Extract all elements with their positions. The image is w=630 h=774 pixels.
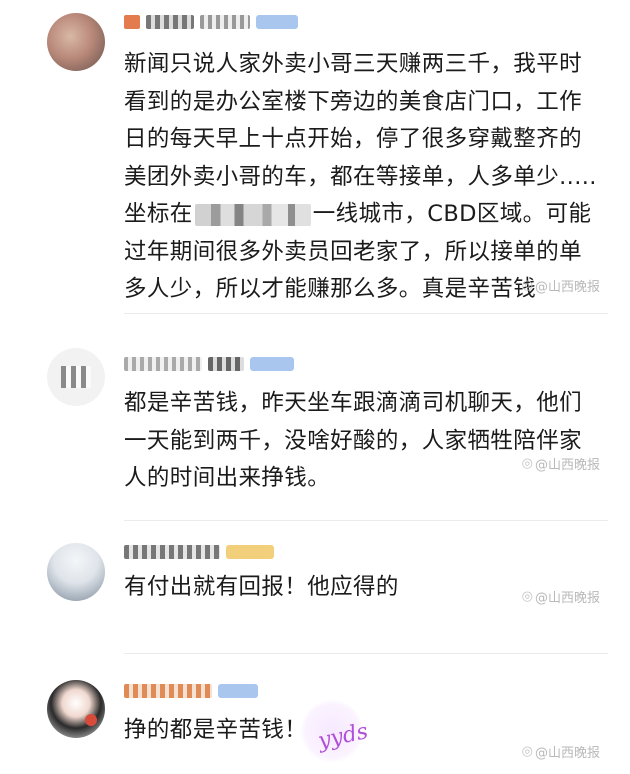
user-avatar[interactable] bbox=[47, 13, 105, 71]
user-avatar[interactable] bbox=[47, 680, 105, 738]
comment-item: 新闻只说人家外卖小哥三天赚两三千，我平时看到的是办公室楼下旁边的美食店门口，工作… bbox=[0, 0, 630, 320]
member-badge bbox=[218, 684, 258, 698]
divider bbox=[124, 653, 608, 654]
comment-item: 都是辛苦钱，昨天坐车跟滴滴司机聊天，他们一天能到两千，没啥好酸的，人家牺牲陪伴家… bbox=[0, 340, 630, 521]
username-blurred[interactable] bbox=[124, 542, 274, 562]
comment-item: 有付出就有回报！他应得的 ◎ @山西晚报 bbox=[0, 535, 630, 655]
username-blurred[interactable] bbox=[124, 354, 294, 374]
member-badge bbox=[250, 357, 294, 371]
watermark: ◎ @山西晚报 bbox=[521, 278, 600, 295]
weibo-logo-icon: ◎ bbox=[521, 456, 533, 471]
username-blurred[interactable] bbox=[124, 12, 298, 32]
watermark: ◎ @山西晚报 bbox=[521, 744, 600, 761]
comment-text: 新闻只说人家外卖小哥三天赚两三千，我平时看到的是办公室楼下旁边的美食店门口，工作… bbox=[124, 51, 597, 302]
redacted-location bbox=[194, 203, 311, 226]
user-avatar[interactable] bbox=[47, 543, 105, 601]
weibo-logo-icon: ◎ bbox=[521, 744, 533, 759]
user-avatar[interactable] bbox=[47, 348, 105, 406]
weibo-logo-icon: ◎ bbox=[521, 278, 533, 293]
watermark: ◎ @山西晚报 bbox=[521, 589, 600, 606]
username-blurred[interactable] bbox=[124, 681, 258, 701]
divider bbox=[124, 313, 608, 314]
comment-text: 都是辛苦钱，昨天坐车跟滴滴司机聊天，他们一天能到两千，没啥好酸的，人家牺牲陪伴家… bbox=[124, 390, 583, 491]
weibo-logo-icon: ◎ bbox=[521, 589, 533, 604]
member-badge bbox=[226, 545, 274, 559]
member-badge bbox=[256, 15, 298, 29]
divider bbox=[124, 520, 608, 521]
watermark: ◎ @山西晚报 bbox=[521, 456, 600, 473]
